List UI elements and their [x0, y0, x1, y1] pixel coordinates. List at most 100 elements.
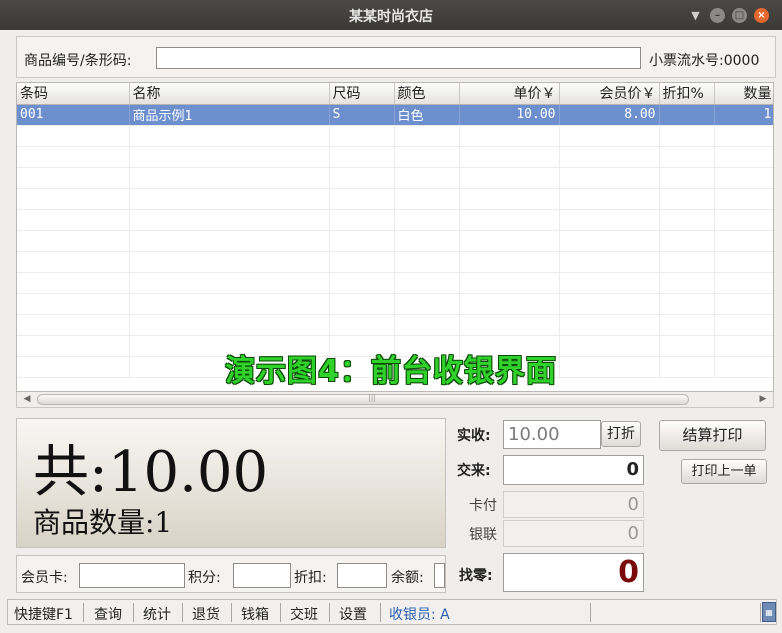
- query-button[interactable]: 查询: [94, 604, 122, 624]
- title-bar: 某某时尚衣店 ▼ – □ ×: [0, 0, 782, 30]
- empty-cell: [714, 230, 773, 252]
- unionpay-field[interactable]: 0: [503, 520, 644, 547]
- empty-cell: [129, 251, 330, 273]
- cell-discount: [659, 104, 715, 126]
- empty-cell: [129, 314, 330, 336]
- empty-cell: [394, 314, 460, 336]
- column-header-qty[interactable]: 数量: [714, 83, 773, 105]
- return-button[interactable]: 退货: [192, 604, 220, 624]
- empty-cell: [459, 125, 560, 147]
- points-label: 积分:: [188, 570, 221, 586]
- cell-price: 10.00: [459, 104, 560, 126]
- empty-cell: [394, 125, 460, 147]
- scrollbar-thumb[interactable]: |||: [37, 393, 689, 405]
- empty-cell: [559, 125, 660, 147]
- empty-cell: [714, 251, 773, 273]
- cell-size: S: [329, 104, 395, 126]
- received-field[interactable]: 10.00: [503, 420, 601, 449]
- member-discount-label: 折扣:: [294, 570, 327, 586]
- empty-cell: [559, 230, 660, 252]
- empty-cell: [17, 230, 130, 252]
- empty-cell: [459, 188, 560, 210]
- demo-caption: 演示图4：前台收银界面: [225, 354, 557, 389]
- empty-cell: [659, 209, 715, 231]
- empty-cell: [459, 230, 560, 252]
- empty-cell: [659, 125, 715, 147]
- empty-cell: [459, 209, 560, 231]
- empty-cell: [459, 251, 560, 273]
- barcode-input[interactable]: [156, 47, 641, 69]
- change-label: 找零:: [459, 568, 493, 584]
- barcode-label: 商品编号/条形码:: [24, 53, 132, 69]
- empty-cell: [129, 146, 330, 168]
- column-header-discount[interactable]: 折扣%: [659, 83, 715, 105]
- tendered-label: 交来:: [457, 463, 491, 479]
- member-discount-field[interactable]: [337, 563, 387, 588]
- empty-cell: [659, 293, 715, 315]
- empty-row: [17, 293, 773, 315]
- balance-field[interactable]: [434, 563, 445, 588]
- empty-cell: [714, 167, 773, 189]
- empty-cell: [129, 188, 330, 210]
- empty-cell: [394, 146, 460, 168]
- cell-qty: 1: [714, 104, 773, 126]
- close-icon[interactable]: ×: [754, 8, 769, 23]
- receipt-number-value: 0000: [723, 53, 760, 69]
- horizontal-scrollbar[interactable]: ◀ ||| ▶: [16, 392, 774, 408]
- empty-cell: [17, 314, 130, 336]
- table-row[interactable]: 001 商品示例1 S 白色 10.00 8.00 1: [17, 104, 773, 126]
- empty-cell: [329, 230, 395, 252]
- calculator-icon[interactable]: ▦: [762, 602, 776, 622]
- item-count: 商品数量:1: [33, 506, 173, 539]
- minimize-icon[interactable]: –: [710, 8, 725, 23]
- empty-cell: [459, 314, 560, 336]
- empty-row: [17, 125, 773, 147]
- card-pay-field[interactable]: 0: [503, 491, 644, 518]
- empty-cell: [394, 188, 460, 210]
- column-header-size[interactable]: 尺码: [329, 83, 395, 105]
- maximize-icon[interactable]: □: [732, 8, 747, 23]
- dropdown-icon[interactable]: ▼: [688, 8, 703, 23]
- cash-drawer-button[interactable]: 钱箱: [241, 604, 269, 624]
- empty-cell: [714, 272, 773, 294]
- shift-handover-button[interactable]: 交班: [290, 604, 318, 624]
- tendered-input[interactable]: 0: [503, 455, 644, 485]
- empty-cell: [329, 251, 395, 273]
- bottom-toolbar: 快捷键F1 查询 统计 退货 钱箱 交班 设置 收银员: A ▦: [7, 599, 777, 625]
- empty-cell: [129, 209, 330, 231]
- member-panel: 会员卡: 积分: 折扣: 余额:: [16, 555, 446, 593]
- empty-cell: [17, 167, 130, 189]
- scroll-left-icon[interactable]: ◀: [19, 392, 35, 407]
- cell-barcode: 001: [17, 104, 130, 126]
- empty-cell: [559, 167, 660, 189]
- column-header-color[interactable]: 颜色: [394, 83, 460, 105]
- column-header-barcode[interactable]: 条码: [17, 83, 130, 105]
- empty-cell: [714, 314, 773, 336]
- empty-cell: [659, 188, 715, 210]
- reprint-last-button[interactable]: 打印上一单: [681, 459, 767, 484]
- scroll-right-icon[interactable]: ▶: [755, 392, 771, 407]
- empty-cell: [394, 251, 460, 273]
- empty-cell: [394, 293, 460, 315]
- empty-cell: [559, 293, 660, 315]
- receipt-number-label: 小票流水号:0000: [649, 53, 760, 69]
- column-header-member-price[interactable]: 会员价￥: [559, 83, 660, 105]
- discount-button[interactable]: 打折: [601, 421, 641, 447]
- total-amount: 共:10.00: [33, 440, 269, 505]
- column-header-price[interactable]: 单价￥: [459, 83, 560, 105]
- settings-button[interactable]: 设置: [339, 604, 367, 624]
- checkout-print-button[interactable]: 结算打印: [659, 420, 766, 451]
- empty-cell: [129, 125, 330, 147]
- column-header-name[interactable]: 名称: [129, 83, 330, 105]
- empty-cell: [659, 167, 715, 189]
- empty-cell: [129, 293, 330, 315]
- member-card-input[interactable]: [79, 563, 185, 588]
- statistics-button[interactable]: 统计: [143, 604, 171, 624]
- cell-name: 商品示例1: [129, 104, 330, 126]
- empty-row: [17, 146, 773, 168]
- cell-color: 白色: [394, 104, 460, 126]
- card-pay-label: 卡付: [469, 498, 497, 514]
- empty-cell: [17, 293, 130, 315]
- points-field[interactable]: [233, 563, 291, 588]
- shortcut-key-button[interactable]: 快捷键F1: [14, 604, 73, 624]
